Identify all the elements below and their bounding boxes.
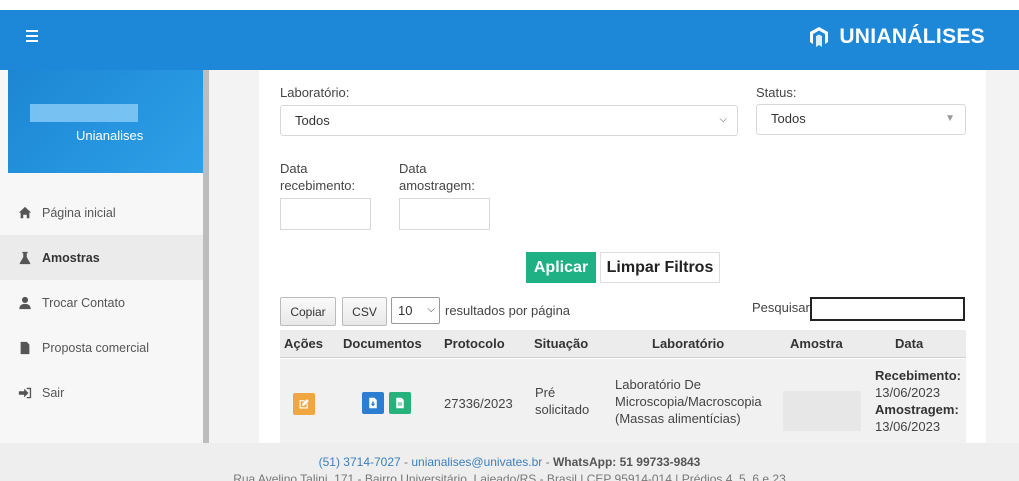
footer-contact-line: (51) 3714-7027 - unianalises@univates.br…: [0, 455, 1019, 469]
user-profile-card: Unianalises: [8, 70, 203, 173]
user-name-redacted: [30, 104, 138, 122]
status-filter-select[interactable]: Todos ▼: [756, 104, 966, 135]
receipt-date-label-line2: recebimento:: [280, 178, 356, 193]
brand-name: UNIANÁLISES: [839, 25, 985, 48]
footer: (51) 3714-7027 - unianalises@univates.br…: [0, 443, 1019, 481]
caret-down-icon: ▼: [945, 113, 955, 124]
lab-filter-select[interactable]: Todos ⌵: [280, 105, 738, 136]
sidebar: Unianalises Página inicial Amostras Troc…: [0, 70, 203, 443]
user-org: Unianalises: [76, 128, 144, 143]
sidebar-item-home[interactable]: Página inicial: [0, 190, 203, 235]
laboratory-cell: Laboratório De Microscopia/Macroscopia (…: [615, 376, 762, 427]
receipt-date-value: 13/06/2023: [875, 385, 941, 400]
protocol-cell: 27336/2023: [444, 396, 513, 411]
clear-filters-button[interactable]: Limpar Filtros: [600, 252, 720, 283]
unianalises-logo-icon: [810, 27, 829, 47]
receipt-date-title: Recebimento:: [875, 368, 961, 383]
flask-icon: [19, 251, 31, 264]
view-document-button[interactable]: [389, 392, 411, 414]
status-cell: Pré solicitado: [535, 384, 589, 418]
status-filter-value: Todos: [771, 111, 806, 126]
lab-filter-value: Todos: [295, 113, 330, 128]
file-icon: [20, 341, 30, 354]
table-header: Ações Documentos Protocolo Situação Labo…: [280, 330, 966, 358]
receipt-date-label: Data recebimento:: [280, 160, 355, 194]
column-header-sample[interactable]: Amostra: [790, 336, 843, 351]
sidebar-item-label: Sair: [42, 385, 65, 400]
page-length-value: 10: [398, 303, 413, 318]
sampling-date-label-line2: amostragem:: [399, 178, 475, 193]
sidebar-item-label: Amostras: [42, 250, 100, 265]
sidebar-item-label: Página inicial: [42, 205, 116, 220]
search-input[interactable]: [810, 297, 965, 321]
laboratory-line1: Laboratório De: [615, 377, 701, 392]
page-length-select[interactable]: 10 ⌵: [391, 297, 440, 324]
laboratory-line3: (Massas alimentícias): [615, 411, 741, 426]
menu-toggle-icon[interactable]: [26, 30, 38, 45]
sampling-date-value: 13/06/2023: [875, 419, 941, 434]
sampling-date-title: Amostragem:: [875, 402, 959, 417]
sidebar-item-commercial-proposal[interactable]: Proposta comercial: [0, 325, 203, 370]
copy-button[interactable]: Copiar: [280, 297, 336, 326]
status-line1: Pré: [535, 385, 556, 400]
edit-icon: [299, 399, 309, 409]
column-header-documents[interactable]: Documentos: [343, 336, 422, 351]
date-cell: Recebimento: 13/06/2023 Amostragem: 13/0…: [875, 367, 961, 435]
top-bar: UNIANÁLISES: [0, 10, 1019, 70]
receipt-date-input[interactable]: [280, 198, 371, 230]
receipt-date-label-line1: Data: [280, 161, 308, 176]
home-icon: [18, 206, 32, 218]
footer-whatsapp[interactable]: WhatsApp: 51 99733-9843: [553, 455, 700, 469]
column-header-status[interactable]: Situação: [534, 336, 588, 351]
sample-cell: [783, 391, 861, 431]
download-document-button[interactable]: [362, 392, 384, 414]
chevron-down-icon: ⌵: [719, 114, 727, 125]
per-page-label: resultados por página: [445, 303, 571, 318]
sidebar-item-label: Proposta comercial: [42, 340, 149, 355]
sidebar-item-samples[interactable]: Amostras: [0, 235, 203, 280]
csv-button[interactable]: CSV: [342, 297, 387, 326]
footer-address: Rua Avelino Talini, 171 - Bairro Univers…: [233, 472, 786, 481]
sidebar-item-logout[interactable]: Sair: [0, 370, 203, 415]
file-download-icon: [369, 397, 377, 409]
footer-phone-link[interactable]: (51) 3714-7027: [319, 455, 401, 469]
chevron-down-icon: ⌵: [427, 304, 435, 315]
status-line2: solicitado: [535, 402, 590, 417]
sign-out-icon: [18, 387, 32, 398]
sampling-date-label-line1: Data: [399, 161, 427, 176]
status-filter-label: Status:: [756, 85, 797, 100]
sidebar-item-label: Trocar Contato: [42, 295, 125, 310]
column-header-protocol[interactable]: Protocolo: [444, 336, 505, 351]
column-header-laboratory[interactable]: Laboratório: [652, 336, 724, 351]
column-header-actions[interactable]: Ações: [284, 336, 323, 351]
footer-separator: -: [400, 455, 412, 469]
sampling-date-input[interactable]: [399, 198, 490, 230]
user-icon: [19, 296, 31, 309]
footer-email-link[interactable]: unianalises@univates.br: [411, 455, 542, 469]
laboratory-line2: Microscopia/Macroscopia: [615, 394, 762, 409]
brand-logo[interactable]: UNIANÁLISES: [807, 25, 985, 49]
sidebar-item-change-contact[interactable]: Trocar Contato: [0, 280, 203, 325]
search-label: Pesquisar: [752, 300, 810, 315]
sidebar-nav: Página inicial Amostras Trocar Contato P…: [0, 190, 203, 415]
apply-filters-button[interactable]: Aplicar: [526, 252, 596, 283]
edit-button[interactable]: [293, 393, 315, 415]
column-header-date[interactable]: Data: [895, 336, 923, 351]
file-icon: [396, 397, 404, 409]
footer-separator: -: [542, 455, 553, 469]
sampling-date-label: Data amostragem:: [399, 160, 475, 194]
lab-filter-label: Laboratório:: [280, 85, 350, 100]
